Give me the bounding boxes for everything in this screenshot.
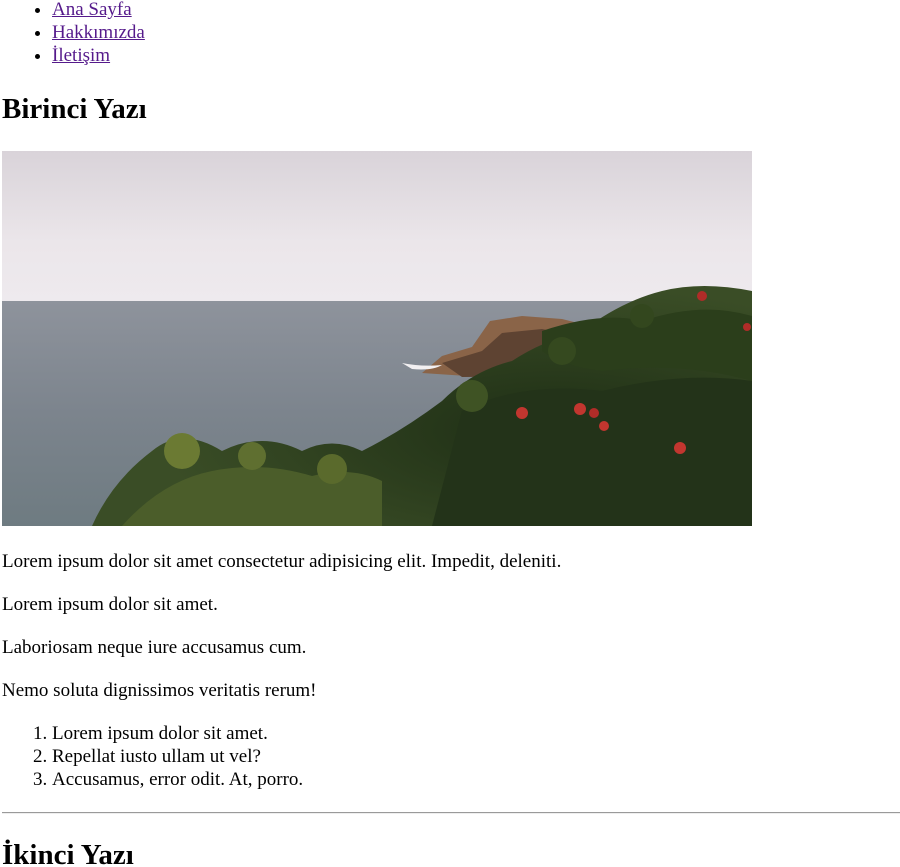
- post-paragraph: Lorem ipsum dolor sit amet consectetur a…: [2, 551, 562, 572]
- list-item: Accusamus, error odit. At, porro.: [52, 769, 303, 792]
- post-paragraph: Lorem ipsum dolor sit amet.: [2, 594, 218, 615]
- ordered-list: Lorem ipsum dolor sit amet. Repellat ius…: [2, 723, 303, 792]
- nav-item-about: Hakkımızda: [52, 21, 145, 44]
- list-item: Lorem ipsum dolor sit amet.: [52, 723, 303, 746]
- list-item: Repellat iusto ullam ut vel?: [52, 746, 303, 769]
- post-title: Birinci Yazı: [2, 93, 147, 125]
- post-paragraph: Laboriosam neque iure accusamus cum.: [2, 637, 307, 658]
- post-paragraph: Nemo soluta dignissimos veritatis rerum!: [2, 680, 317, 701]
- nav-link-about[interactable]: Hakkımızda: [52, 22, 145, 43]
- post-image: [2, 151, 752, 526]
- post-title: İkinci Yazı: [2, 839, 134, 867]
- nav-link-home[interactable]: Ana Sayfa: [52, 0, 132, 20]
- nav-list: Ana Sayfa Hakkımızda İletişim: [2, 0, 145, 67]
- section-divider: [2, 812, 900, 814]
- nav-item-contact: İletişim: [52, 44, 145, 67]
- nav-item-home: Ana Sayfa: [52, 0, 145, 21]
- nav-link-contact[interactable]: İletişim: [52, 45, 110, 66]
